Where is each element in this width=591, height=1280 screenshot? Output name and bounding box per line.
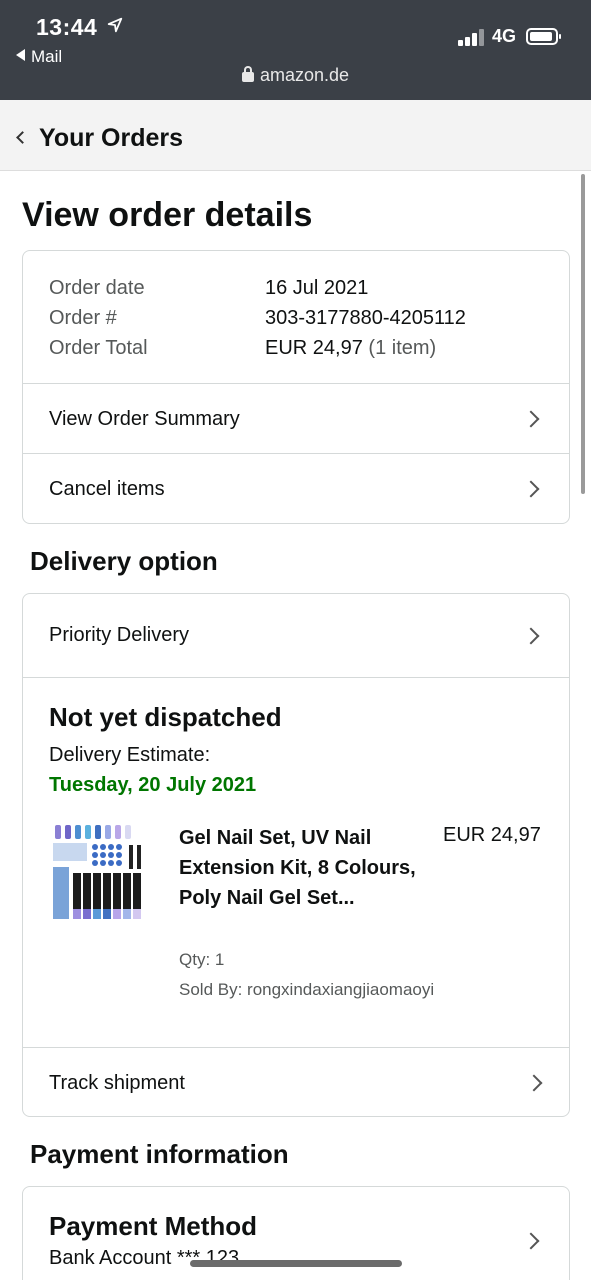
address-bar[interactable]: amazon.de	[0, 65, 591, 86]
product-quantity: Qty: 1	[179, 950, 225, 969]
chevron-left-icon	[16, 131, 29, 144]
orders-header: Your Orders	[0, 100, 591, 171]
payment-method-title: Payment Method	[49, 1211, 258, 1241]
payment-section-title: Payment information	[30, 1139, 289, 1169]
back-to-mail[interactable]: Mail	[16, 47, 62, 67]
delivery-option-label: Priority Delivery	[49, 624, 190, 646]
order-total-label: Order Total	[49, 337, 148, 359]
order-total-value: EUR 24,97 (1 item)	[265, 337, 437, 359]
order-number-value: 303-3177880-4205112	[265, 307, 466, 329]
status-bar: 13:44 Mail 4G amazon.de	[0, 0, 591, 100]
cancel-items-label: Cancel items	[49, 478, 165, 500]
product-seller: Sold By: rongxindaxiangjiaomaoyi	[179, 980, 435, 999]
network-type: 4G	[492, 26, 517, 46]
lock-icon	[241, 66, 254, 82]
home-indicator[interactable]	[190, 1260, 402, 1267]
back-triangle-icon	[16, 49, 25, 61]
chevron-right-icon	[522, 627, 540, 645]
page-title: View order details	[22, 196, 313, 234]
track-shipment-label: Track shipment	[49, 1072, 185, 1094]
order-date-value: 16 Jul 2021	[265, 277, 369, 299]
location-icon	[107, 17, 123, 33]
clock: 13:44	[36, 14, 98, 40]
product-price: EUR 24,97	[443, 824, 541, 846]
product-title[interactable]: Gel Nail Set, UV Nail Extension Kit, 8 C…	[179, 823, 419, 913]
shipment-status: Not yet dispatched	[49, 702, 282, 732]
view-order-summary-row[interactable]: View Order Summary	[23, 383, 569, 453]
shipment-block: Not yet dispatched Delivery Estimate: Tu…	[23, 677, 569, 1047]
delivery-card: Priority Delivery Not yet dispatched Del…	[22, 593, 570, 1117]
track-shipment-row[interactable]: Track shipment	[23, 1047, 569, 1116]
signal-icon	[458, 28, 484, 46]
view-order-summary-label: View Order Summary	[49, 408, 240, 430]
battery-icon	[526, 28, 561, 45]
delivery-estimate-date: Tuesday, 20 July 2021	[49, 774, 257, 796]
chevron-right-icon	[522, 480, 540, 498]
cancel-items-row[interactable]: Cancel items	[23, 453, 569, 523]
url-text: amazon.de	[259, 65, 350, 85]
order-info-card: Order date 16 Jul 2021 Order # 303-31778…	[22, 250, 570, 524]
delivery-section-title: Delivery option	[30, 546, 218, 576]
order-item-count: (1 item)	[368, 337, 437, 359]
priority-delivery-row[interactable]: Priority Delivery	[49, 624, 189, 647]
delivery-estimate-label: Delivery Estimate:	[49, 744, 211, 766]
chevron-right-icon	[522, 410, 540, 428]
your-orders-back-link[interactable]: Your Orders	[16, 124, 183, 153]
product-thumbnail[interactable]	[51, 823, 149, 921]
order-number-label: Order #	[49, 307, 117, 329]
chevron-right-icon	[522, 1232, 540, 1250]
order-date-label: Order date	[49, 277, 145, 299]
chevron-right-icon	[525, 1074, 543, 1092]
scrollbar[interactable]	[581, 174, 585, 494]
